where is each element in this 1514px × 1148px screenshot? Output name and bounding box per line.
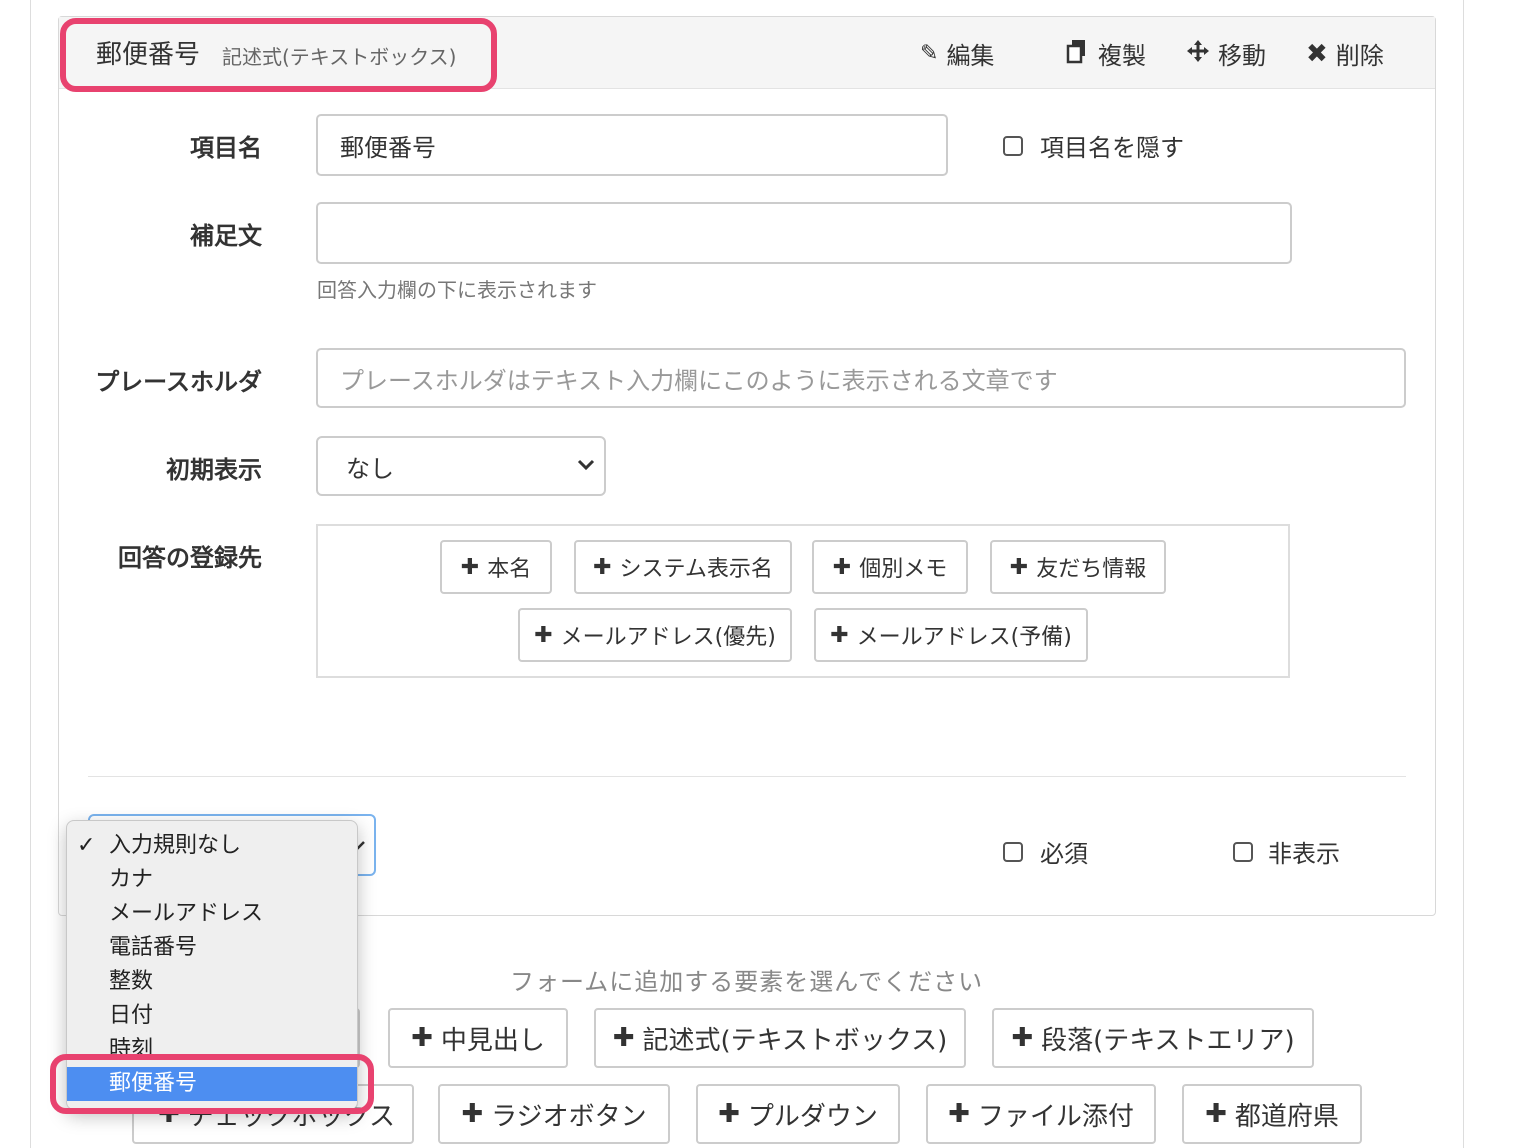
hidden-label: 非表示 xyxy=(1268,840,1340,868)
plus-icon: ✚ xyxy=(718,1099,740,1129)
rule-option-integer[interactable]: 整数 xyxy=(67,965,357,999)
answer-destination-label: 回答の登録先 xyxy=(118,544,262,572)
dest-button-label: メールアドレス(予備) xyxy=(856,625,1072,650)
add-button-prefecture[interactable]: ✚ 都道府県 xyxy=(1182,1084,1362,1144)
add-button-label: 中見出し xyxy=(440,1025,545,1056)
plus-icon: ✚ xyxy=(1009,554,1029,580)
dest-button-memo[interactable]: ✚ 個別メモ xyxy=(812,540,968,594)
add-button-label: ファイル添付 xyxy=(977,1101,1134,1132)
move-button[interactable]: 移動 xyxy=(1186,36,1266,71)
plus-icon: ✚ xyxy=(411,1023,433,1053)
plus-icon: ✚ xyxy=(830,622,849,648)
required-label: 必須 xyxy=(1040,840,1088,868)
placeholder-input[interactable]: プレースホルダはテキスト入力欄にこのように表示される文章です xyxy=(316,348,1406,408)
move-label: 移動 xyxy=(1218,42,1266,70)
rule-option-label: 電話番号 xyxy=(109,935,198,960)
add-button-label: 都道府県 xyxy=(1234,1101,1339,1132)
initial-display-label: 初期表示 xyxy=(166,456,262,484)
move-arrows-icon xyxy=(1186,39,1210,69)
dest-button-friend-info[interactable]: ✚ 友だち情報 xyxy=(990,540,1166,594)
dest-button-real-name[interactable]: ✚ 本名 xyxy=(440,540,552,594)
add-button-pulldown[interactable]: ✚ プルダウン xyxy=(696,1084,900,1144)
dest-button-label: 本名 xyxy=(487,557,532,582)
dest-button-email-primary[interactable]: ✚ メールアドレス(優先) xyxy=(518,608,792,662)
rule-option-label: 整数 xyxy=(109,969,154,994)
item-name-label: 項目名 xyxy=(190,134,262,162)
required-checkbox[interactable] xyxy=(1003,842,1023,862)
add-button-label: プルダウン xyxy=(747,1101,878,1132)
rule-option-phone[interactable]: 電話番号 xyxy=(67,931,357,965)
plus-icon: ✚ xyxy=(612,1023,635,1053)
plus-icon: ✚ xyxy=(460,554,480,580)
plus-icon: ✚ xyxy=(461,1099,484,1129)
plus-icon: ✚ xyxy=(593,554,612,580)
dest-button-label: メールアドレス(優先) xyxy=(560,625,776,650)
add-button-textarea[interactable]: ✚ 段落(テキストエリア) xyxy=(992,1008,1314,1068)
dest-button-label: 友だち情報 xyxy=(1036,557,1147,582)
add-button-radio[interactable]: ✚ ラジオボタン xyxy=(438,1084,670,1144)
title-highlight xyxy=(60,18,497,92)
edit-label: 編集 xyxy=(946,42,995,70)
rule-option-label: 日付 xyxy=(109,1003,154,1028)
dest-button-system-name[interactable]: ✚ システム表示名 xyxy=(574,540,792,594)
close-x-icon: ✖ xyxy=(1306,38,1328,69)
supplement-label: 補足文 xyxy=(190,222,262,250)
divider xyxy=(88,776,1406,777)
placeholder-label: プレースホルダ xyxy=(95,368,262,396)
initial-display-value: なし xyxy=(346,454,394,483)
rule-option-email[interactable]: メールアドレス xyxy=(67,897,357,931)
add-element-caption: フォームに追加する要素を選んでください xyxy=(510,968,984,996)
hide-name-label: 項目名を隠す xyxy=(1040,134,1184,162)
rule-option-none[interactable]: ✓ 入力規則なし xyxy=(67,829,357,863)
add-button-label: ラジオボタン xyxy=(491,1101,647,1132)
dest-button-label: システム表示名 xyxy=(619,557,773,582)
dest-button-label: 個別メモ xyxy=(859,557,948,582)
add-button-label: 記述式(テキストボックス) xyxy=(642,1025,948,1056)
rule-option-label: カナ xyxy=(109,867,154,892)
item-name-input[interactable]: 郵便番号 xyxy=(316,114,948,176)
plus-icon: ✚ xyxy=(534,622,553,648)
rule-option-date[interactable]: 日付 xyxy=(67,999,357,1033)
add-button-file[interactable]: ✚ ファイル添付 xyxy=(926,1084,1156,1144)
plus-icon: ✚ xyxy=(948,1099,970,1129)
plus-icon: ✚ xyxy=(1205,1099,1227,1129)
dest-button-email-backup[interactable]: ✚ メールアドレス(予備) xyxy=(814,608,1088,662)
plus-icon: ✚ xyxy=(1011,1023,1034,1053)
delete-label: 削除 xyxy=(1335,42,1384,70)
add-button-textbox[interactable]: ✚ 記述式(テキストボックス) xyxy=(594,1008,966,1068)
hide-name-checkbox[interactable] xyxy=(1003,136,1023,156)
supplement-input[interactable] xyxy=(316,202,1292,264)
pencil-icon: ✎ xyxy=(920,41,939,66)
rule-option-label: メールアドレス xyxy=(109,901,264,926)
add-button-label: 段落(テキストエリア) xyxy=(1041,1025,1295,1056)
initial-display-select[interactable]: なし xyxy=(316,436,606,496)
edit-button[interactable]: ✎ 編集 xyxy=(920,36,994,71)
rule-option-kana[interactable]: カナ xyxy=(67,863,357,897)
supplement-help-text: 回答入力欄の下に表示されます xyxy=(317,278,597,302)
add-button-subheading[interactable]: ✚ 中見出し xyxy=(388,1008,568,1068)
plus-icon: ✚ xyxy=(832,554,852,580)
hidden-checkbox[interactable] xyxy=(1233,842,1253,862)
rule-option-label: 入力規則なし xyxy=(109,833,242,858)
copy-label: 複製 xyxy=(1098,42,1146,70)
delete-button[interactable]: ✖ 削除 xyxy=(1306,36,1384,71)
checkmark-icon: ✓ xyxy=(77,833,96,858)
copy-button[interactable]: 複製 xyxy=(1066,36,1146,71)
chevron-down-icon xyxy=(576,456,596,477)
option-highlight xyxy=(50,1054,374,1114)
copy-icon xyxy=(1066,38,1090,70)
